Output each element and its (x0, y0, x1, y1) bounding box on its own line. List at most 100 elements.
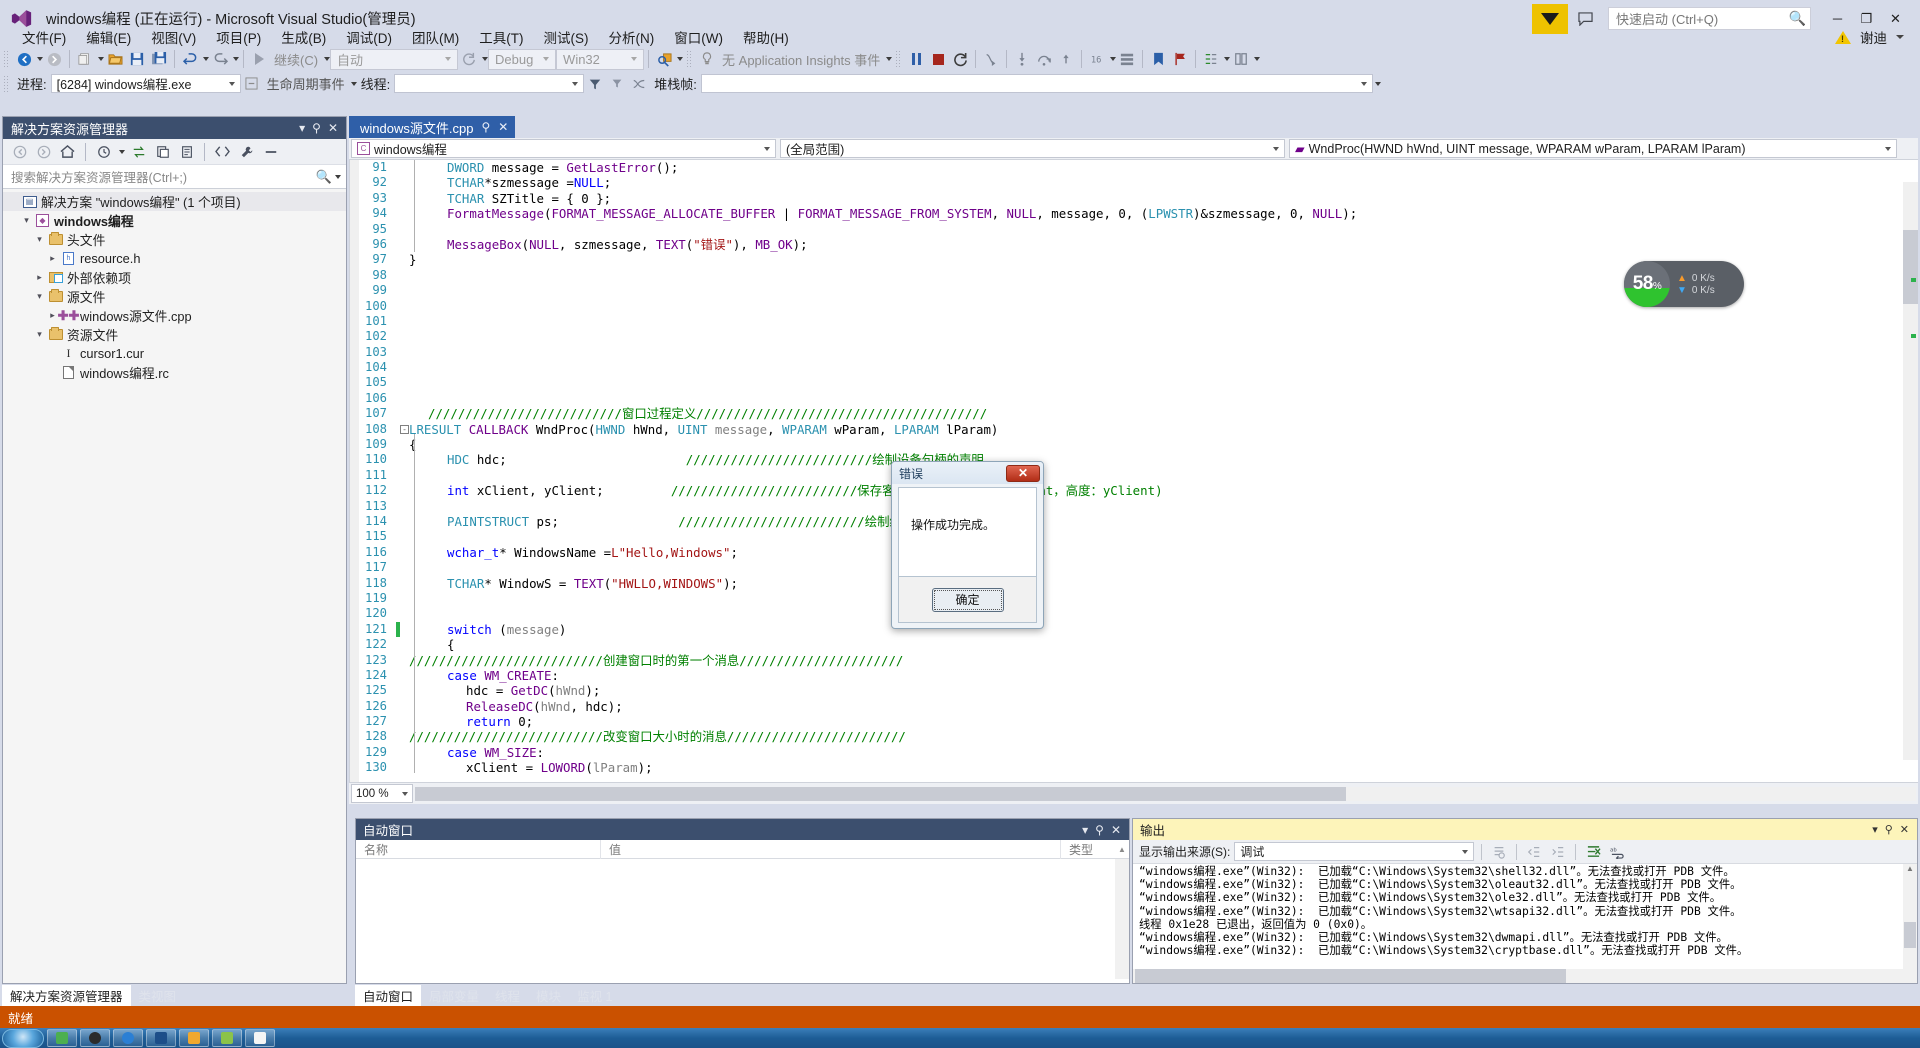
collapse-twisty-icon[interactable]: ▸ (33, 272, 46, 283)
output-vertical-scrollbar[interactable]: ▲ (1903, 864, 1917, 971)
tab-pin-icon[interactable]: ⚲ (481, 120, 490, 134)
network-monitor-widget[interactable]: 58% ▲ 0 K/s ▼ 0 K/s (1624, 261, 1744, 307)
autos-rows[interactable] (356, 859, 1129, 979)
show-all-files-icon[interactable] (176, 141, 197, 162)
step-into-icon[interactable] (1011, 48, 1033, 70)
tree-node-4[interactable]: ▸ 外部依赖项 (3, 268, 346, 287)
tree-node-7[interactable]: ▾ 资源文件 (3, 325, 346, 344)
home-icon[interactable] (57, 141, 78, 162)
continue-play-icon[interactable] (248, 48, 270, 70)
save-icon[interactable] (126, 48, 148, 70)
dock-tab-bottom-2[interactable]: 线程 (487, 985, 528, 1006)
app-insights-label[interactable]: 无 Application Insights 事件 (718, 50, 884, 69)
navigate-back-icon[interactable] (13, 48, 35, 70)
column-icon[interactable] (1230, 48, 1252, 70)
code-view-icon[interactable] (212, 141, 233, 162)
panel-dropdown-icon[interactable]: ▾ (299, 122, 305, 134)
expand-twisty-icon[interactable]: ▾ (33, 329, 46, 340)
find-message-icon[interactable] (1489, 842, 1509, 862)
navigate-back-icon[interactable] (9, 141, 30, 162)
filter-icon[interactable] (584, 73, 606, 95)
editor-horizontal-scrollbar[interactable] (415, 786, 1916, 801)
taskbar-item[interactable] (146, 1029, 176, 1047)
autos-column-name[interactable]: 名称 (356, 839, 601, 859)
go-to-next-icon[interactable] (1548, 842, 1568, 862)
toolbar-grip-2[interactable] (686, 50, 694, 68)
taskbar-item[interactable] (245, 1029, 275, 1047)
hex-display-icon[interactable]: 16 (1086, 48, 1108, 70)
user-account-label[interactable]: 谢迪 (1860, 27, 1887, 47)
tree-node-3[interactable]: ▸ h resource.h (3, 249, 346, 268)
clear-filter-icon[interactable] (606, 73, 628, 95)
process-combo[interactable]: [6284] windows编程.exe (50, 74, 241, 93)
restart-icon[interactable] (458, 48, 480, 70)
panel-pin-icon[interactable]: ⚲ (1885, 823, 1893, 836)
document-tab-windows-source[interactable]: windows源文件.cpp ⚲ ✕ (349, 116, 516, 138)
tree-node-2[interactable]: ▾ 头文件 (3, 230, 346, 249)
solution-configuration-combo[interactable]: Debug (488, 48, 557, 70)
pending-changes-dropdown-icon[interactable] (119, 149, 125, 154)
restart-debug-icon[interactable] (949, 48, 971, 70)
autos-column-value[interactable]: 值 (601, 839, 1061, 859)
tree-node-6[interactable]: ▸ ✚✚ windows源文件.cpp (3, 306, 346, 325)
toolbar-grip-3[interactable] (895, 50, 903, 68)
start-button-icon[interactable] (2, 1028, 44, 1048)
stackframe-combo[interactable] (700, 74, 1373, 93)
new-item-icon[interactable] (74, 48, 96, 70)
bookmark-icon[interactable] (1147, 48, 1169, 70)
code-editor-surface[interactable]: 91 DWORD message = GetLastError(); 92 TCHAR… (349, 160, 1918, 782)
toolbar2-grip[interactable] (3, 74, 10, 93)
solution-explorer-search-input[interactable]: 搜索解决方案资源管理器(Ctrl+;) 🔍 (3, 165, 346, 189)
lifecycle-events-icon[interactable] (241, 73, 263, 95)
dialog-ok-button[interactable]: 确定 (931, 587, 1004, 612)
thread-combo[interactable] (394, 74, 585, 93)
warning-icon[interactable] (1835, 30, 1851, 44)
pending-changes-icon[interactable] (93, 141, 114, 162)
debug-target-combo[interactable]: 自动 (330, 48, 459, 70)
taskbar-item[interactable] (179, 1029, 209, 1047)
panel-dropdown-icon[interactable]: ▾ (1082, 824, 1088, 836)
stop-icon[interactable] (927, 48, 949, 70)
show-next-statement-icon[interactable] (980, 48, 1002, 70)
output-hscroll-thumb[interactable] (1135, 969, 1567, 983)
expand-twisty-icon[interactable]: ▾ (33, 234, 46, 245)
taskbar-item[interactable] (212, 1029, 242, 1047)
dock-tab-bottom-0[interactable]: 自动窗口 (355, 985, 422, 1006)
toolbar2-overflow-icon[interactable] (1374, 81, 1381, 86)
properties-icon[interactable] (236, 141, 257, 162)
clear-all-icon[interactable] (1583, 842, 1603, 862)
toggle-word-wrap-icon[interactable]: ab (1607, 842, 1627, 862)
panel-pin-icon[interactable]: ⚲ (1095, 824, 1104, 836)
tree-node-1[interactable]: ▾ ◆ windows编程 (3, 211, 346, 230)
go-to-previous-icon[interactable] (1524, 842, 1544, 862)
app-insights-icon[interactable] (696, 48, 718, 70)
solution-platform-combo[interactable]: Win32 (556, 48, 645, 70)
dock-tab-left-1[interactable]: 类视图 (131, 985, 185, 1006)
output-horizontal-scrollbar[interactable] (1133, 969, 1917, 983)
panel-dropdown-icon[interactable]: ▾ (1872, 823, 1878, 836)
tab-close-icon[interactable]: ✕ (498, 120, 508, 134)
tree-node-0[interactable]: ▤ 解决方案 "windows编程" (1 个项目) (3, 192, 346, 211)
taskbar-item[interactable] (80, 1029, 110, 1047)
lifecycle-label[interactable]: 生命周期事件 (263, 74, 349, 93)
continue-label[interactable]: 继续(C) (270, 50, 322, 69)
undo-icon[interactable] (179, 48, 201, 70)
redo-dropdown-icon[interactable] (233, 57, 239, 61)
autos-column-type[interactable]: 类型 (1061, 840, 1115, 859)
expand-twisty-icon[interactable]: ▾ (33, 291, 46, 302)
panel-pin-icon[interactable]: ⚲ (312, 122, 321, 134)
tree-node-9[interactable]: windows编程.rc (3, 363, 346, 382)
step-over-icon[interactable] (1033, 48, 1055, 70)
tree-node-8[interactable]: Icursor1.cur (3, 344, 346, 363)
toolbar-grip[interactable] (3, 50, 10, 68)
output-scroll-thumb[interactable] (1904, 922, 1916, 948)
navigate-forward-icon[interactable] (43, 48, 65, 70)
editor-vertical-scrollbar[interactable] (1903, 182, 1918, 760)
save-all-icon[interactable] (148, 48, 170, 70)
search-dropdown-icon[interactable] (335, 174, 341, 179)
column-dropdown-icon[interactable] (1254, 57, 1261, 61)
pause-icon[interactable] (905, 48, 927, 70)
threads-icon[interactable] (1116, 48, 1138, 70)
panel-close-icon[interactable]: ✕ (1111, 824, 1121, 836)
output-scroll-up-icon[interactable]: ▲ (1903, 864, 1917, 873)
